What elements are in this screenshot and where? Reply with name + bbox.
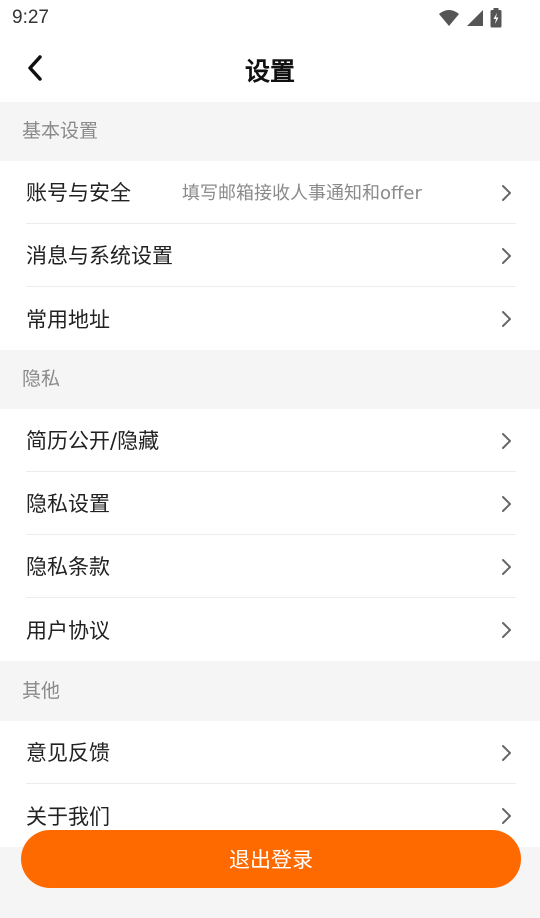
row-label: 常用地址 [26, 307, 110, 332]
status-bar: 9:27 [0, 0, 540, 36]
row-common-address[interactable]: 常用地址 [26, 287, 516, 350]
row-label: 消息与系统设置 [26, 244, 173, 268]
settings-group-other: 意见反馈 关于我们 [0, 721, 540, 847]
row-label: 关于我们 [26, 804, 110, 829]
row-privacy-terms[interactable]: 隐私条款 [26, 535, 516, 598]
chevron-right-icon [502, 185, 511, 201]
settings-group-privacy: 简历公开/隐藏 隐私设置 隐私条款 用户协议 [0, 409, 540, 661]
row-feedback[interactable]: 意见反馈 [26, 721, 516, 784]
row-account-security[interactable]: 账号与安全 填写邮箱接收人事通知和offer [26, 161, 516, 224]
row-label: 隐私设置 [26, 492, 110, 516]
status-time: 9:27 [12, 7, 49, 28]
wifi-icon [439, 10, 459, 26]
row-privacy-settings[interactable]: 隐私设置 [26, 472, 516, 535]
section-header-basic: 基本设置 [0, 102, 540, 161]
page-title: 设置 [244, 57, 295, 86]
status-icons [438, 8, 502, 28]
nav-bar: 设置 [0, 36, 540, 102]
cellular-signal-icon [467, 10, 483, 26]
chevron-right-icon [502, 808, 511, 824]
row-label: 意见反馈 [26, 741, 110, 765]
chevron-right-icon [502, 559, 511, 575]
section-header-other: 其他 [0, 661, 540, 721]
row-message-system-settings[interactable]: 消息与系统设置 [26, 224, 516, 287]
section-header-privacy: 隐私 [0, 350, 540, 409]
chevron-right-icon [502, 496, 511, 512]
row-label: 用户协议 [26, 618, 110, 643]
row-hint: 填写邮箱接收人事通知和offer [182, 183, 422, 204]
chevron-right-icon [502, 248, 511, 264]
chevron-right-icon [502, 311, 511, 327]
row-label: 账号与安全 [26, 181, 131, 205]
chevron-right-icon [502, 433, 511, 449]
row-resume-visibility[interactable]: 简历公开/隐藏 [26, 409, 516, 472]
settings-group-basic: 账号与安全 填写邮箱接收人事通知和offer 消息与系统设置 常用地址 [0, 161, 540, 350]
row-label: 简历公开/隐藏 [26, 429, 160, 453]
row-label: 隐私条款 [26, 555, 110, 579]
chevron-right-icon [502, 622, 511, 638]
chevron-right-icon [502, 745, 511, 761]
logout-button[interactable]: 退出登录 [21, 830, 521, 888]
row-user-agreement[interactable]: 用户协议 [26, 598, 516, 661]
battery-charging-icon [490, 8, 502, 28]
